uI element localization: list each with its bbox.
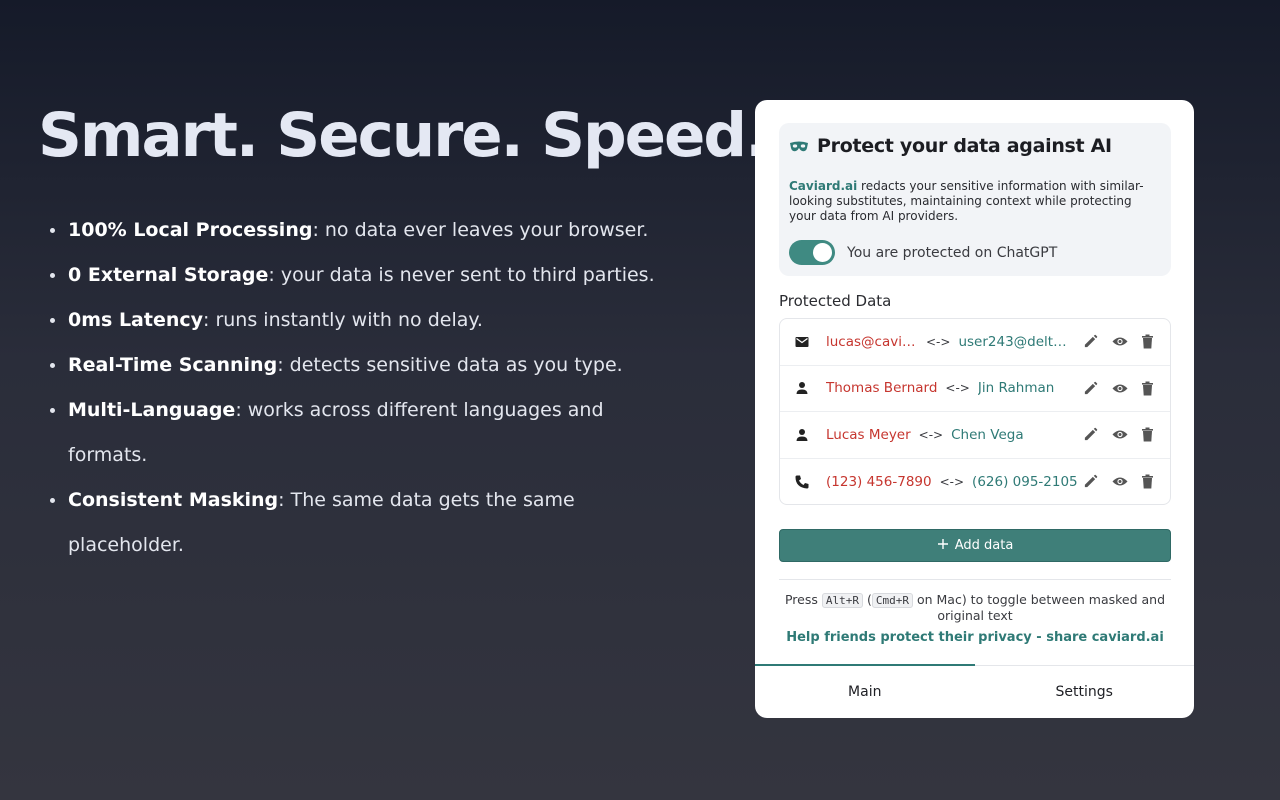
view-icon[interactable] [1112,381,1128,396]
delete-icon[interactable] [1141,427,1156,442]
row-actions [1083,334,1156,349]
person-icon [794,427,810,443]
tab-bar: Main Settings [755,664,1195,718]
masked-value: user243@delta... [958,333,1071,350]
feature-desc: : runs instantly with no delay. [203,309,483,331]
edit-icon[interactable] [1083,334,1098,349]
mapping-separator: <-> [926,334,951,349]
protection-title: Protect your data against AI [817,135,1112,157]
feature-name: Multi-Language [68,399,236,421]
original-value: Thomas Bernard [826,380,938,397]
feature-item: Multi-Language: works across different l… [48,388,688,478]
protection-header: Protect your data against AI [789,135,1161,157]
edit-icon[interactable] [1083,427,1098,442]
feature-desc: : your data is never sent to third parti… [268,264,655,286]
protection-toggle-row: You are protected on ChatGPT [789,240,1161,265]
mapping-separator: <-> [939,474,965,489]
feature-desc: : detects sensitive data as you type. [277,354,623,376]
list-item: (123) 456-7890 <-> (626) 095-2105 [780,459,1170,505]
feature-item: 100% Local Processing: no data ever leav… [48,208,688,253]
masked-value: Jin Rahman [977,380,1055,397]
feature-list: 100% Local Processing: no data ever leav… [48,208,688,568]
list-item: Lucas Meyer <-> Chen Vega [780,412,1170,459]
hint-text: on Mac) to toggle between masked and ori… [912,592,1166,623]
email-icon [794,334,810,350]
row-actions [1083,474,1156,489]
row-actions [1083,381,1156,396]
feature-desc: : no data ever leaves your browser. [312,219,649,241]
share-link[interactable]: Help friends protect their privacy - sha… [779,630,1171,645]
original-value: lucas@cavia... [826,333,918,350]
brand-name: Caviard.ai [789,179,858,193]
mapping-separator: <-> [918,427,944,442]
person-icon [794,380,810,396]
divider [779,579,1171,580]
shortcut-key: Alt+R [821,593,863,608]
protected-data-label: Protected Data [779,292,892,310]
feature-item: 0 External Storage: your data is never s… [48,253,688,298]
protected-data-list: lucas@cavia... <-> user243@delta... Thom… [779,318,1171,505]
feature-name: 100% Local Processing [68,219,313,241]
feature-item: Real-Time Scanning: detects sensitive da… [48,343,688,388]
toggle-knob [813,243,832,262]
tab-main[interactable]: Main [755,664,975,718]
original-value: (123) 456-7890 [826,473,932,490]
original-value: Lucas Meyer [826,426,911,443]
feature-name: 0 External Storage [68,264,269,286]
extension-popup: Protect your data against AI Caviard.ai … [755,100,1194,718]
hero-title: Smart. Secure. Speed. [38,100,768,171]
mapping-separator: <-> [945,381,970,396]
phone-icon [794,474,810,490]
feature-item: Consistent Masking: The same data gets t… [48,478,688,568]
delete-icon[interactable] [1141,334,1156,349]
mask-icon [789,139,809,153]
shortcut-hint: Press Alt+R (Cmd+R on Mac) to toggle bet… [779,592,1171,623]
protection-card: Protect your data against AI Caviard.ai … [779,123,1171,276]
tab-settings[interactable]: Settings [975,666,1195,718]
hint-text: Press [784,592,818,607]
view-icon[interactable] [1112,474,1128,489]
list-item: lucas@cavia... <-> user243@delta... [780,319,1170,366]
row-actions [1083,427,1156,442]
add-data-label: Add data [954,538,1014,553]
feature-item: 0ms Latency: runs instantly with no dela… [48,298,688,343]
feature-name: Consistent Masking [68,489,279,511]
feature-name: 0ms Latency [68,309,204,331]
edit-icon[interactable] [1083,474,1098,489]
masked-value: Chen Vega [951,426,1024,443]
shortcut-key-mac: Cmd+R [871,593,913,608]
toggle-label: You are protected on ChatGPT [847,244,1058,261]
delete-icon[interactable] [1141,381,1156,396]
list-item: Thomas Bernard <-> Jin Rahman [780,366,1170,412]
delete-icon[interactable] [1141,474,1156,489]
protection-toggle[interactable] [789,240,835,265]
add-data-button[interactable]: Add data [779,529,1171,562]
protection-description: Caviard.ai redacts your sensitive inform… [789,179,1161,224]
edit-icon[interactable] [1083,381,1098,396]
feature-name: Real-Time Scanning [68,354,278,376]
view-icon[interactable] [1112,334,1128,349]
plus-icon [937,538,949,554]
masked-value: (626) 095-2105 [972,473,1078,490]
view-icon[interactable] [1112,427,1128,442]
